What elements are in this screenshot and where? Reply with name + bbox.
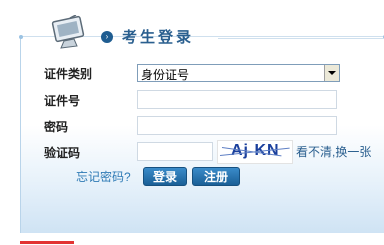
- register-button[interactable]: 注册: [192, 167, 240, 186]
- captcha-input[interactable]: [137, 142, 213, 161]
- forgot-password-link[interactable]: 忘记密码?: [76, 168, 131, 185]
- page-title: 考生登录: [122, 29, 195, 46]
- id-number-input[interactable]: [137, 90, 337, 109]
- chevron-down-icon[interactable]: [324, 65, 339, 81]
- id-type-selected-value: 身份证号: [141, 68, 190, 82]
- refresh-captcha-link[interactable]: 看不清,换一张: [296, 143, 371, 160]
- captcha-label: 验证码: [44, 146, 81, 160]
- password-label: 密码: [44, 120, 69, 134]
- footer-red-bar: [20, 241, 74, 244]
- header-divider: [218, 38, 384, 39]
- panel-corner-dot: [19, 35, 23, 39]
- captcha-image[interactable]: Aj KN: [217, 140, 293, 164]
- id-type-select[interactable]: 身份证号: [137, 64, 340, 82]
- id-type-label: 证件类别: [44, 67, 93, 81]
- password-input[interactable]: [137, 116, 337, 135]
- header-bullet-icon: ›: [101, 31, 113, 43]
- computer-monitor-icon: [51, 15, 85, 49]
- login-button[interactable]: 登录: [143, 167, 187, 186]
- id-number-label: 证件号: [44, 94, 81, 108]
